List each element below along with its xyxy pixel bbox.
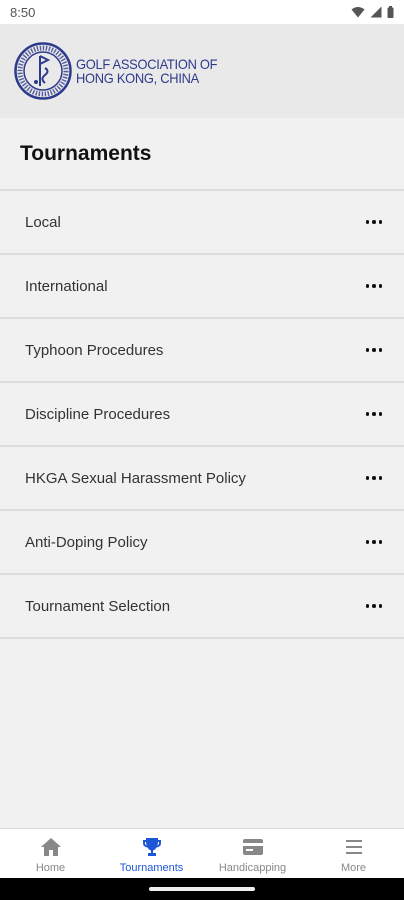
home-icon: [40, 838, 61, 856]
list-item-label: Local: [25, 213, 61, 231]
app-header: GOLF ASSOCIATION OF HONG KONG, CHINA: [0, 24, 404, 118]
tab-handicapping[interactable]: Handicapping: [202, 829, 303, 879]
wifi-icon: [351, 7, 365, 18]
signal-icon: [370, 6, 382, 18]
more-options-icon[interactable]: [365, 220, 382, 224]
logo-line-2: HONG KONG, CHINA: [76, 70, 199, 86]
list-item-label: HKGA Sexual Harassment Policy: [25, 469, 246, 487]
list-item-local[interactable]: Local: [0, 191, 404, 255]
tab-home[interactable]: Home: [0, 829, 101, 879]
list-item-typhoon-procedures[interactable]: Typhoon Procedures: [0, 319, 404, 383]
tab-label: Handicapping: [218, 862, 287, 874]
more-options-icon[interactable]: [365, 476, 382, 480]
list-item-label: Typhoon Procedures: [25, 341, 164, 359]
battery-icon: [387, 6, 394, 18]
more-options-icon[interactable]: [365, 412, 382, 416]
system-navigation-bar: [0, 878, 404, 900]
tab-more[interactable]: More: [303, 829, 404, 879]
more-options-icon[interactable]: [365, 284, 382, 288]
more-options-icon[interactable]: [365, 348, 382, 352]
list-item-discipline-procedures[interactable]: Discipline Procedures: [0, 383, 404, 447]
list-item-sexual-harassment-policy[interactable]: HKGA Sexual Harassment Policy: [0, 447, 404, 511]
list-item-tournament-selection[interactable]: Tournament Selection: [0, 575, 404, 639]
list-item-label: Tournament Selection: [25, 597, 171, 615]
tab-label: Home: [35, 862, 66, 874]
list-item-label: Anti-Doping Policy: [25, 533, 148, 551]
card-icon: [242, 839, 263, 855]
status-icons: [351, 6, 394, 18]
tab-label: Tournaments: [119, 862, 184, 874]
logo-wordmark: GOLF ASSOCIATION OF HONG KONG, CHINA: [76, 56, 218, 86]
more-options-icon[interactable]: [365, 604, 382, 608]
list-item-international[interactable]: International: [0, 255, 404, 319]
bottom-tab-bar: Home Tournaments Handicapping More: [0, 828, 404, 879]
list-item-label: International: [25, 277, 108, 295]
status-bar: 8:50: [0, 0, 404, 24]
menu-icon: [345, 840, 362, 854]
trophy-icon: [142, 838, 161, 856]
tab-label: More: [340, 862, 367, 874]
more-options-icon[interactable]: [365, 540, 382, 544]
list-item-label: Discipline Procedures: [25, 405, 171, 423]
tab-tournaments[interactable]: Tournaments: [101, 829, 202, 879]
status-time: 8:50: [10, 4, 36, 20]
hkga-seal-logo: [14, 42, 72, 100]
logo-line-1: GOLF ASSOCIATION OF: [76, 56, 218, 72]
page-title: Tournaments: [20, 142, 152, 165]
list-item-anti-doping-policy[interactable]: Anti-Doping Policy: [0, 511, 404, 575]
tournament-menu-list: Local International Typhoon Procedures D…: [0, 189, 404, 639]
home-indicator[interactable]: [149, 887, 255, 891]
